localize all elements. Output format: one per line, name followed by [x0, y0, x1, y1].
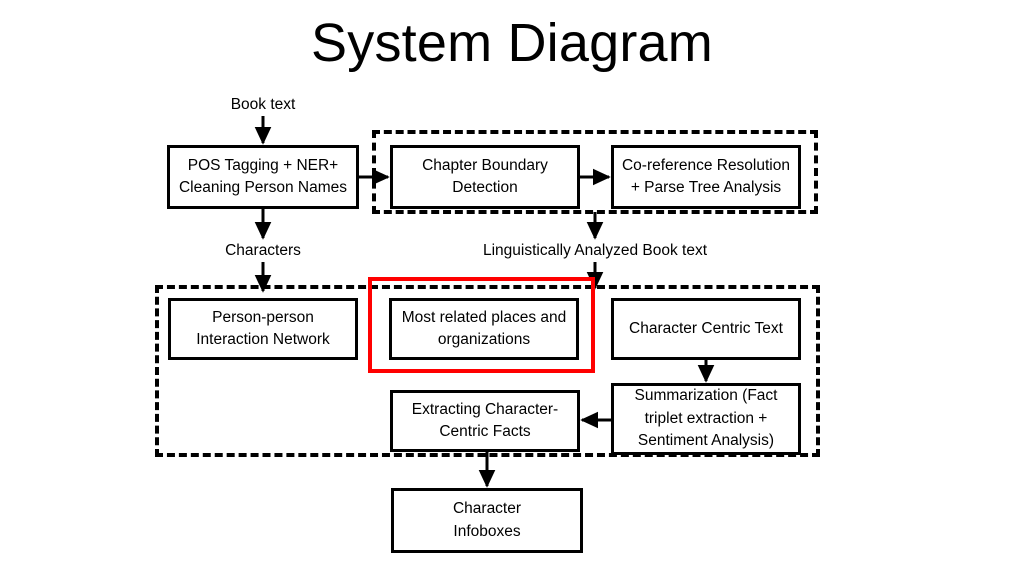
node-extracting-character-facts[interactable]: Extracting Character- Centric Facts [390, 390, 580, 452]
node-coreference-line1: Co-reference Resolution [621, 156, 790, 174]
node-coreference-resolution[interactable]: Co-reference Resolution + Parse Tree Ana… [611, 145, 801, 209]
node-most-related-places-label: Most related places and organizations [402, 307, 567, 352]
node-most-related-places[interactable]: Most related places and organizations [389, 298, 579, 360]
node-chapter-boundary[interactable]: Chapter Boundary Detection [390, 145, 580, 209]
node-pos-tagging[interactable]: POS Tagging + NER+ Cleaning Person Names [167, 145, 359, 209]
node-character-centric-text[interactable]: Character Centric Text [611, 298, 801, 360]
node-character-infoboxes-line2: Infoboxes [453, 522, 521, 540]
node-chapter-boundary-line2: Detection [452, 179, 518, 196]
edge-label-characters: Characters [183, 242, 343, 261]
node-coreference-resolution-label: Co-reference Resolution + Parse Tree Ana… [622, 155, 790, 200]
node-summarization-label: Summarization (Fact triplet extraction +… [635, 385, 778, 452]
node-pos-tagging-label: POS Tagging + NER+ Cleaning Person Names [179, 155, 347, 200]
node-summarization-line3: Sentiment Analysis) [637, 432, 775, 450]
node-most-related-line2: organizations [437, 331, 531, 348]
node-character-infoboxes-label: Character Infoboxes [453, 498, 521, 543]
node-pos-tagging-line2: Cleaning Person Names [178, 179, 347, 196]
diagram-canvas: System Diagram POS Tagging + NER+ Cleani… [0, 0, 1024, 576]
node-person-interaction-network[interactable]: Person-person Interaction Network [168, 298, 358, 360]
node-chapter-boundary-label: Chapter Boundary Detection [422, 155, 548, 200]
node-summarization-line2: triplet extraction + [644, 409, 768, 427]
node-summarization[interactable]: Summarization (Fact triplet extraction +… [611, 383, 801, 455]
node-chapter-boundary-line1: Chapter Boundary [422, 156, 548, 174]
node-character-infoboxes[interactable]: Character Infoboxes [391, 488, 583, 553]
node-summarization-line1: Summarization (Fact [634, 387, 778, 405]
edge-label-book-text: Book text [183, 96, 343, 115]
node-extracting-facts-line2: Centric Facts [439, 423, 531, 440]
node-extracting-facts-label: Extracting Character- Centric Facts [412, 399, 558, 444]
node-person-network-label: Person-person Interaction Network [196, 307, 330, 352]
node-extracting-facts-line1: Extracting Character- [411, 400, 559, 418]
node-character-centric-text-label: Character Centric Text [629, 319, 783, 337]
node-coreference-line2: + Parse Tree Analysis [630, 179, 782, 196]
node-character-infoboxes-line1: Character [452, 500, 522, 518]
node-person-network-line2: Interaction Network [196, 331, 330, 348]
node-most-related-line1: Most related places and [401, 308, 567, 326]
node-person-network-line1: Person-person [212, 308, 314, 326]
edge-label-linguistically-analyzed: Linguistically Analyzed Book text [435, 242, 755, 261]
node-pos-tagging-line1: POS Tagging + NER+ [187, 156, 339, 174]
